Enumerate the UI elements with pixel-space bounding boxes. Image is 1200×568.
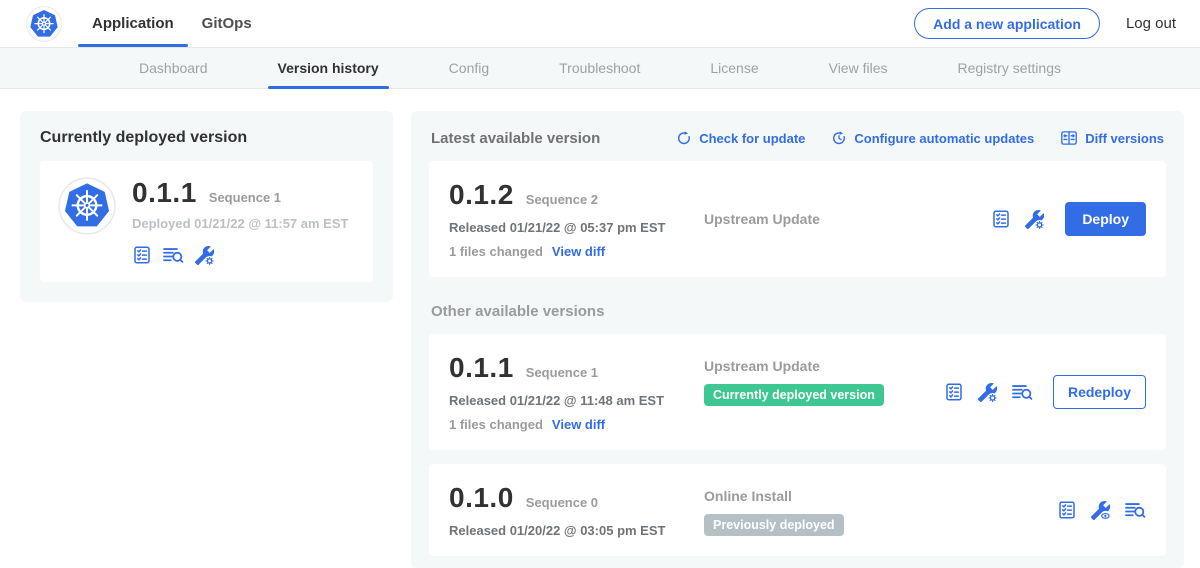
preflight-checklist-icon[interactable]	[132, 245, 152, 265]
files-changed: 1 files changed	[449, 244, 543, 259]
configure-automatic-updates-link[interactable]: Configure automatic updates	[831, 130, 1034, 146]
version-sequence: Sequence 1	[526, 365, 598, 380]
deployed-version-card: 0.1.1 Sequence 1 Deployed 01/21/22 @ 11:…	[40, 161, 373, 282]
add-application-button[interactable]: Add a new application	[914, 8, 1100, 39]
version-card-0-1-1: 0.1.1 Sequence 1 Released 01/21/22 @ 11:…	[429, 334, 1166, 450]
tab-license[interactable]: License	[704, 48, 764, 88]
latest-available-title: Latest available version	[431, 130, 600, 147]
version-number: 0.1.0	[449, 482, 514, 514]
version-released: Released 01/20/22 @ 03:05 pm EST	[449, 523, 704, 538]
version-source: Upstream Update	[704, 358, 932, 374]
currently-deployed-badge: Currently deployed version	[704, 384, 884, 406]
deployed-version-number: 0.1.1	[132, 177, 197, 209]
version-released: Released 01/21/22 @ 05:37 pm EST	[449, 220, 704, 235]
deploy-logs-icon[interactable]	[162, 244, 184, 266]
deployed-timestamp: Deployed 01/21/22 @ 11:57 am EST	[132, 216, 348, 231]
files-changed: 1 files changed	[449, 417, 543, 432]
version-card-0-1-2: 0.1.2 Sequence 2 Released 01/21/22 @ 05:…	[429, 161, 1166, 277]
kubernetes-logo-icon	[26, 6, 62, 42]
previously-deployed-badge: Previously deployed	[704, 514, 844, 536]
preflight-checklist-icon[interactable]	[991, 209, 1011, 229]
logout-button[interactable]: Log out	[1126, 15, 1176, 32]
version-source: Upstream Update	[704, 211, 979, 227]
tab-gitops[interactable]: GitOps	[188, 0, 266, 47]
deploy-button[interactable]: Deploy	[1065, 202, 1146, 236]
preflight-checklist-icon[interactable]	[1057, 500, 1077, 520]
tab-troubleshoot[interactable]: Troubleshoot	[553, 48, 646, 88]
view-config-wrench-gear-icon[interactable]	[194, 245, 215, 266]
tab-view-files[interactable]: View files	[823, 48, 894, 88]
tab-application[interactable]: Application	[78, 0, 188, 47]
view-diff-link[interactable]: View diff	[552, 417, 605, 432]
version-sequence: Sequence 0	[526, 495, 598, 510]
deployed-panel-title: Currently deployed version	[40, 129, 373, 147]
tab-version-history[interactable]: Version history	[272, 48, 385, 88]
version-number: 0.1.1	[449, 352, 514, 384]
section-nav: Dashboard Version history Config Trouble…	[0, 47, 1200, 89]
version-source: Online Install	[704, 488, 1045, 504]
deploy-logs-icon[interactable]	[1011, 381, 1033, 403]
version-card-0-1-0: 0.1.0 Sequence 0 Released 01/20/22 @ 03:…	[429, 464, 1166, 556]
preflight-checklist-icon[interactable]	[944, 382, 964, 402]
version-released: Released 01/21/22 @ 11:48 am EST	[449, 393, 704, 408]
available-versions-panel: Latest available version Check for updat…	[411, 111, 1184, 568]
tab-registry-settings[interactable]: Registry settings	[952, 48, 1067, 88]
view-config-wrench-gear-icon[interactable]	[977, 382, 998, 403]
view-diff-link[interactable]: View diff	[552, 244, 605, 259]
tab-dashboard[interactable]: Dashboard	[133, 48, 214, 88]
top-bar: Application GitOps Add a new application…	[0, 0, 1200, 47]
view-config-wrench-eye-icon[interactable]	[1090, 500, 1111, 521]
view-config-wrench-gear-icon[interactable]	[1024, 209, 1045, 230]
main-content: Currently deployed version 0.1.1 Sequenc…	[0, 89, 1200, 568]
check-for-update-link[interactable]: Check for update	[676, 130, 805, 146]
refresh-icon	[676, 130, 692, 146]
currently-deployed-panel: Currently deployed version 0.1.1 Sequenc…	[20, 111, 393, 302]
version-sequence: Sequence 2	[526, 192, 598, 207]
check-for-update-label: Check for update	[699, 131, 805, 146]
configure-automatic-updates-label: Configure automatic updates	[854, 131, 1034, 146]
deploy-logs-icon[interactable]	[1124, 499, 1146, 521]
app-nav: Application GitOps	[78, 0, 266, 47]
other-versions-title: Other available versions	[431, 303, 1164, 320]
diff-versions-link[interactable]: Diff versions	[1060, 129, 1164, 147]
deployed-sequence: Sequence 1	[209, 190, 281, 205]
diff-icon	[1060, 129, 1078, 147]
diff-versions-label: Diff versions	[1085, 131, 1164, 146]
version-number: 0.1.2	[449, 179, 514, 211]
schedule-icon	[831, 130, 847, 146]
redeploy-button[interactable]: Redeploy	[1053, 375, 1146, 409]
tab-config[interactable]: Config	[443, 48, 495, 88]
app-kubernetes-logo-icon	[58, 177, 116, 235]
